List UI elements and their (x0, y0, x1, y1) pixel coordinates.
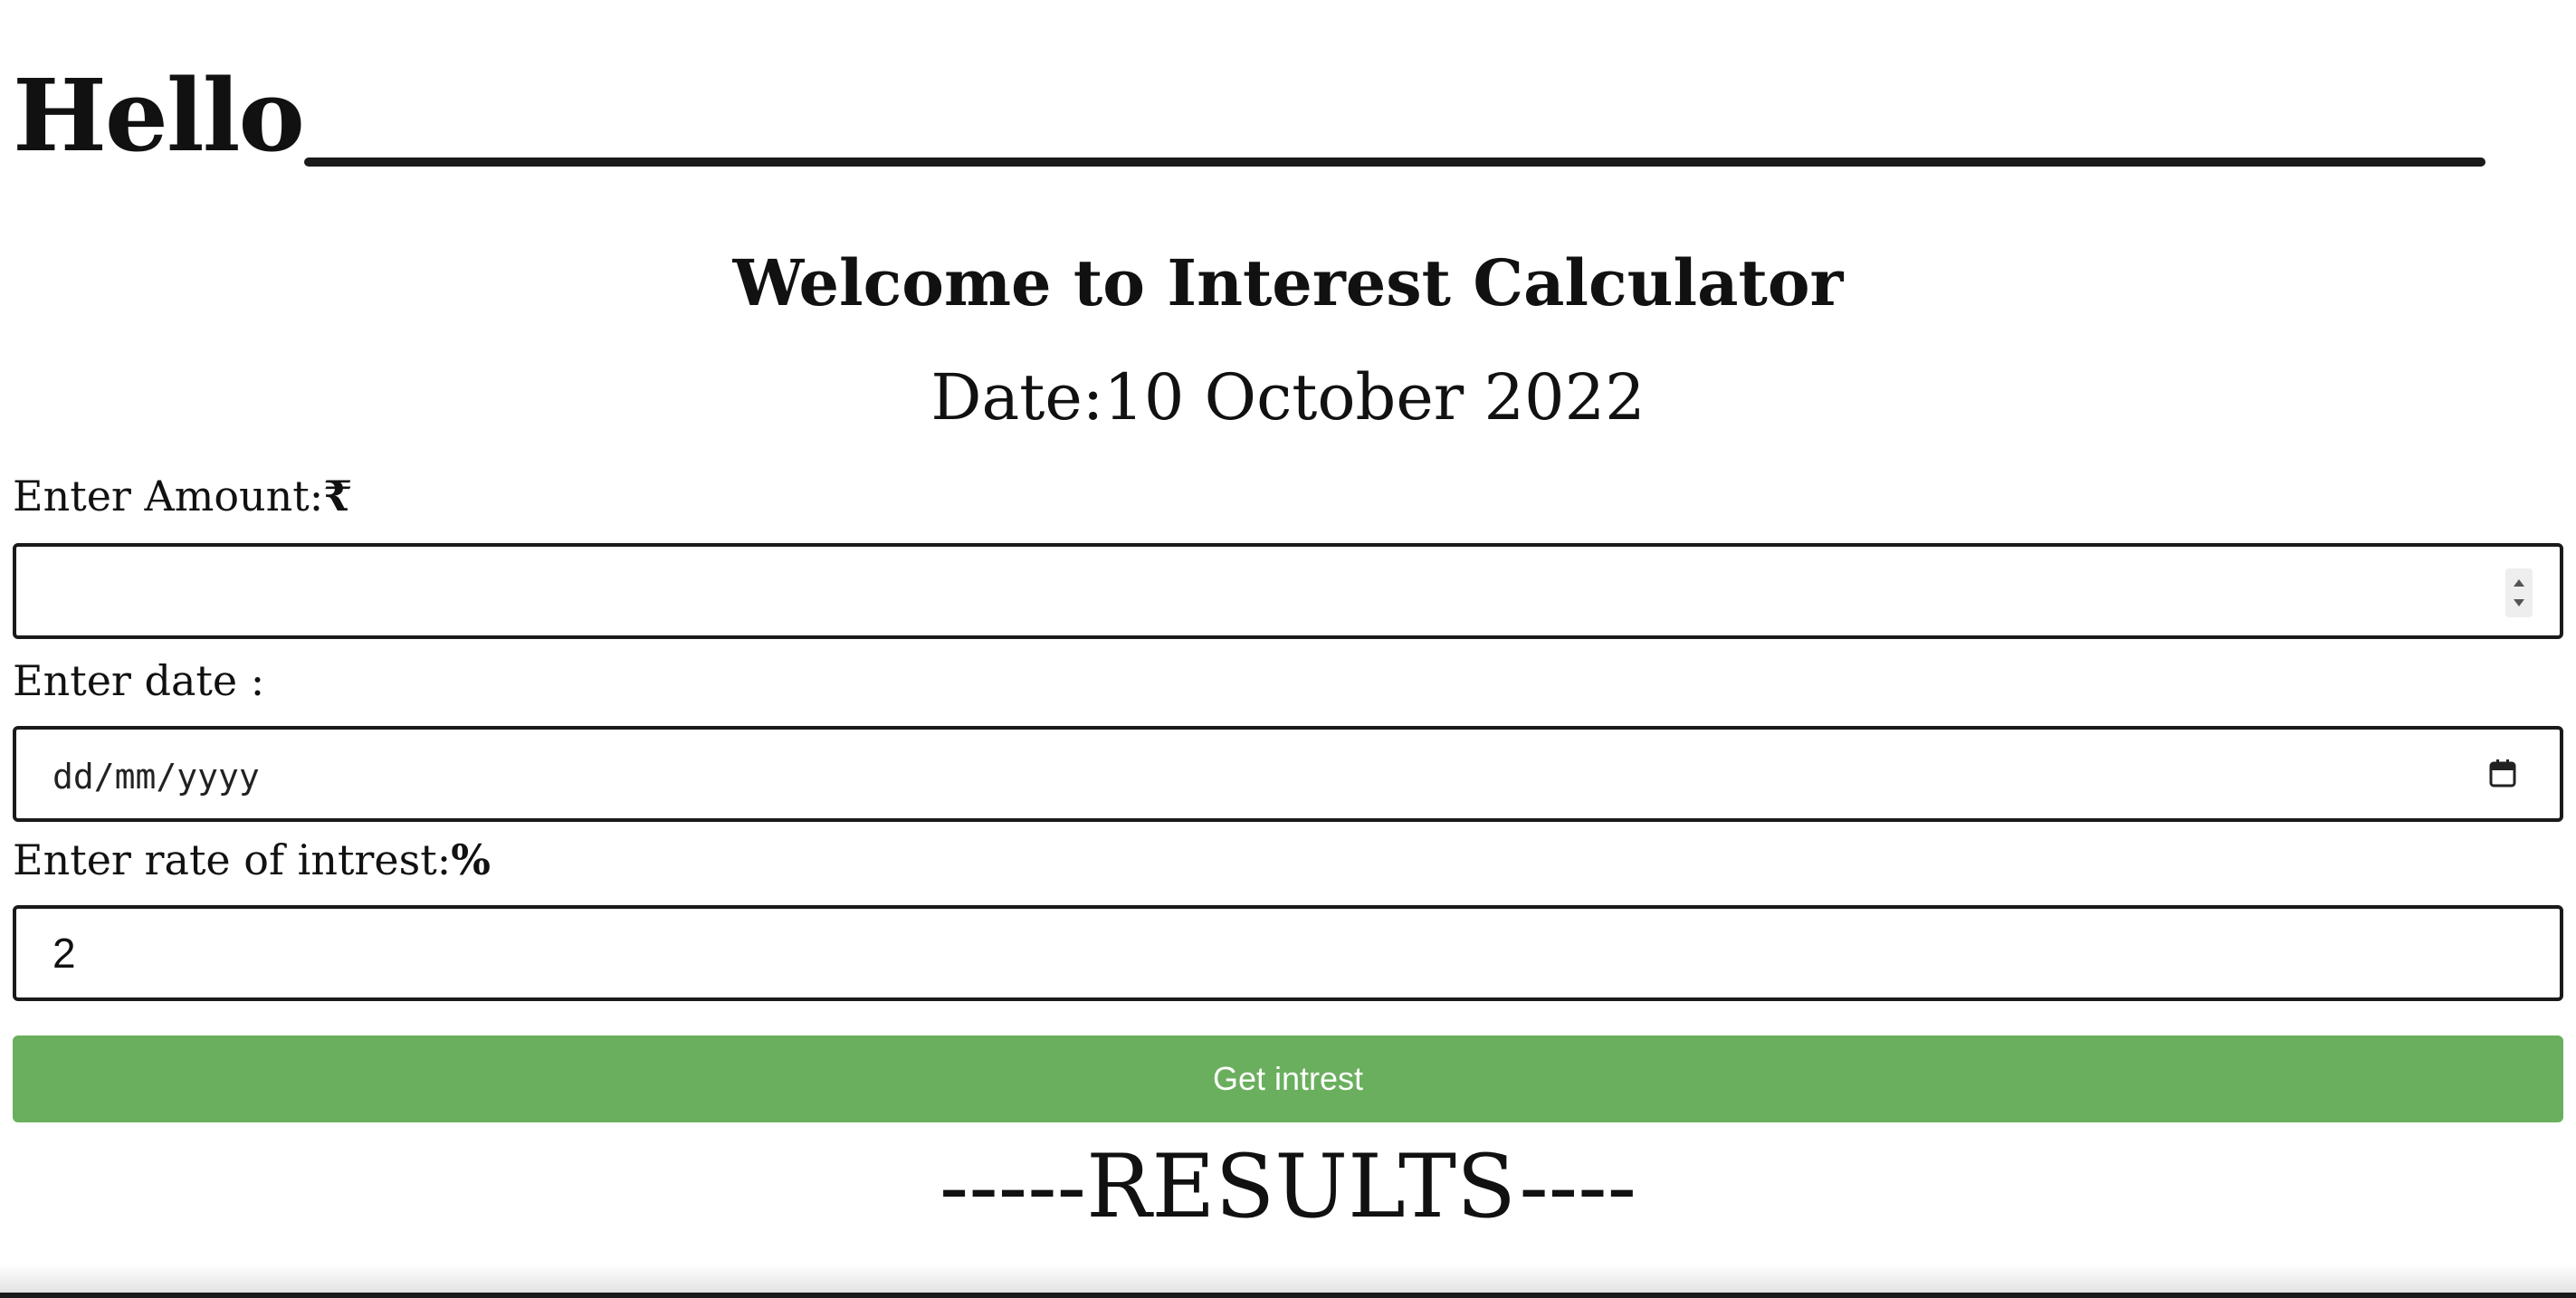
calendar-icon[interactable] (2489, 759, 2516, 787)
date-input-label: Enter date : (13, 654, 264, 708)
greeting-heading: Hello (13, 57, 305, 174)
amount-field-wrapper (13, 543, 2563, 639)
page: Hello Welcome to Interest Calculator Dat… (0, 0, 2576, 1298)
results-heading: -----RESULTS---- (939, 1136, 1637, 1237)
page-title: Welcome to Interest Calculator (732, 245, 1844, 320)
spinner-up-icon[interactable] (2514, 579, 2524, 587)
rate-field-wrapper (13, 905, 2563, 1001)
window-bottom-edge (0, 1293, 2576, 1298)
rate-label: Enter rate of intrest:% (13, 833, 491, 887)
greeting-underline (304, 157, 2485, 167)
date-input-label-text: Enter date : (13, 656, 265, 705)
date-input[interactable] (16, 730, 2560, 818)
current-date: Date:10 October 2022 (0, 357, 2576, 438)
date-field-wrapper (13, 726, 2563, 822)
amount-label: Enter Amount:₹ (13, 469, 352, 523)
amount-label-text: Enter Amount: (13, 472, 324, 520)
greeting-row: Hello (13, 54, 2485, 174)
rupee-symbol: ₹ (323, 472, 353, 520)
rate-input[interactable] (16, 909, 2560, 997)
percent-symbol: % (451, 835, 491, 884)
date-value: 10 October 2022 (1103, 360, 1646, 434)
get-interest-button[interactable]: Get intrest (13, 1036, 2563, 1122)
date-label: Date: (930, 360, 1104, 434)
spinner-down-icon[interactable] (2514, 599, 2524, 606)
rate-label-text: Enter rate of intrest: (13, 835, 452, 884)
amount-input[interactable] (16, 547, 2560, 635)
spinner-icon[interactable] (2505, 568, 2533, 617)
